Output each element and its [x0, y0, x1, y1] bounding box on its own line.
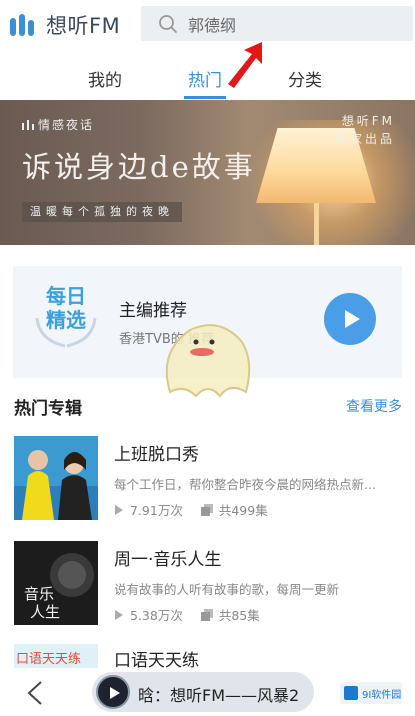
now-playing-text: 晗：想听FM——风暴2: [138, 686, 300, 705]
site-logo-mark-icon: [344, 686, 358, 700]
tab-categories[interactable]: 分类: [288, 66, 322, 91]
banner-tag: 情感夜话: [22, 116, 94, 133]
play-icon: [110, 687, 120, 699]
album-cover: [14, 436, 98, 520]
album-cover: 口语天天练: [14, 644, 98, 668]
site-logo: 9I软件园: [340, 682, 402, 704]
see-more-link[interactable]: 查看更多: [346, 396, 402, 416]
mascot-watermark-icon: [165, 324, 251, 398]
hot-albums-header: 热门专辑 查看更多: [14, 394, 402, 419]
promo-banner[interactable]: 情感夜话 诉说身边de故事 温暖每个孤独的夜晚 想听FM 独家出品: [0, 100, 415, 245]
mini-player: 晗：想听FM——风暴2 9I软件园: [0, 668, 415, 716]
play-count-icon: [115, 504, 123, 515]
daily-badge: 每日精选: [46, 284, 86, 332]
banner-brand: 想听FM 独家出品: [335, 112, 395, 148]
search-query: 郭德纲: [188, 15, 237, 35]
album-episodes: 共85集: [218, 608, 260, 623]
album-item[interactable]: 口语天天练 口语天天练: [14, 644, 402, 668]
soundwave-icon: [22, 120, 34, 130]
main-tabs: 我的 热门 分类: [0, 60, 415, 100]
play-count-icon: [115, 609, 123, 620]
site-logo-text: 9I软件园: [362, 690, 402, 701]
play-icon: [345, 310, 360, 328]
album-title: 周一·音乐人生: [114, 550, 222, 570]
lamp-pole: [314, 203, 319, 245]
logo-mark-icon: [10, 14, 34, 36]
banner-tag-text: 情感夜话: [38, 118, 95, 132]
album-title: 上班脱口秀: [114, 445, 199, 465]
tab-mine[interactable]: 我的: [88, 66, 122, 91]
now-playing-pill[interactable]: 晗：想听FM——风暴2: [92, 672, 314, 712]
episodes-icon: [200, 608, 213, 621]
album-cover: 音乐 人生: [14, 541, 98, 625]
album-description: 每个工作日，帮你整合昨夜今晨的网络热点新...: [114, 477, 376, 492]
banner-subtitle: 温暖每个孤独的夜晚: [22, 202, 182, 222]
album-meta: 5.38万次 共85集: [114, 605, 260, 624]
banner-title: 诉说身边de故事: [22, 150, 256, 184]
app-name: 想听FM: [46, 14, 121, 38]
banner-brand-line1: 想听FM: [341, 114, 395, 128]
album-item[interactable]: 上班脱口秀 每个工作日，帮你整合昨夜今晨的网络热点新... 7.91万次 共49…: [14, 436, 402, 526]
album-description: 说有故事的人听有故事的歌，每周一更新: [114, 582, 340, 597]
svg-text:人生: 人生: [30, 603, 60, 621]
app-logo: 想听FM: [8, 10, 120, 40]
disc-icon[interactable]: [96, 675, 130, 709]
banner-brand-line2: 独家出品: [334, 132, 395, 146]
svg-text:音乐: 音乐: [24, 585, 54, 603]
search-bar[interactable]: 郭德纲: [141, 6, 413, 41]
album-episodes: 共499集: [218, 503, 268, 518]
episodes-icon: [200, 503, 213, 516]
tab-hot[interactable]: 热门: [188, 66, 222, 91]
search-icon: [159, 14, 177, 33]
top-bar: 想听FM 郭德纲: [0, 0, 415, 48]
album-cover-text: 口语天天练: [16, 652, 82, 667]
section-title: 热门专辑: [14, 399, 82, 419]
album-plays: 5.38万次: [130, 608, 183, 623]
play-button[interactable]: [324, 293, 376, 345]
tab-indicator: [184, 96, 226, 99]
album-title: 口语天天练: [114, 651, 199, 668]
album-plays: 7.91万次: [130, 503, 183, 518]
back-arrow-icon[interactable]: [26, 680, 44, 706]
album-item[interactable]: 音乐 人生 周一·音乐人生 说有故事的人听有故事的歌，每周一更新 5.38万次 …: [14, 541, 402, 631]
album-meta: 7.91万次 共499集: [114, 500, 268, 519]
